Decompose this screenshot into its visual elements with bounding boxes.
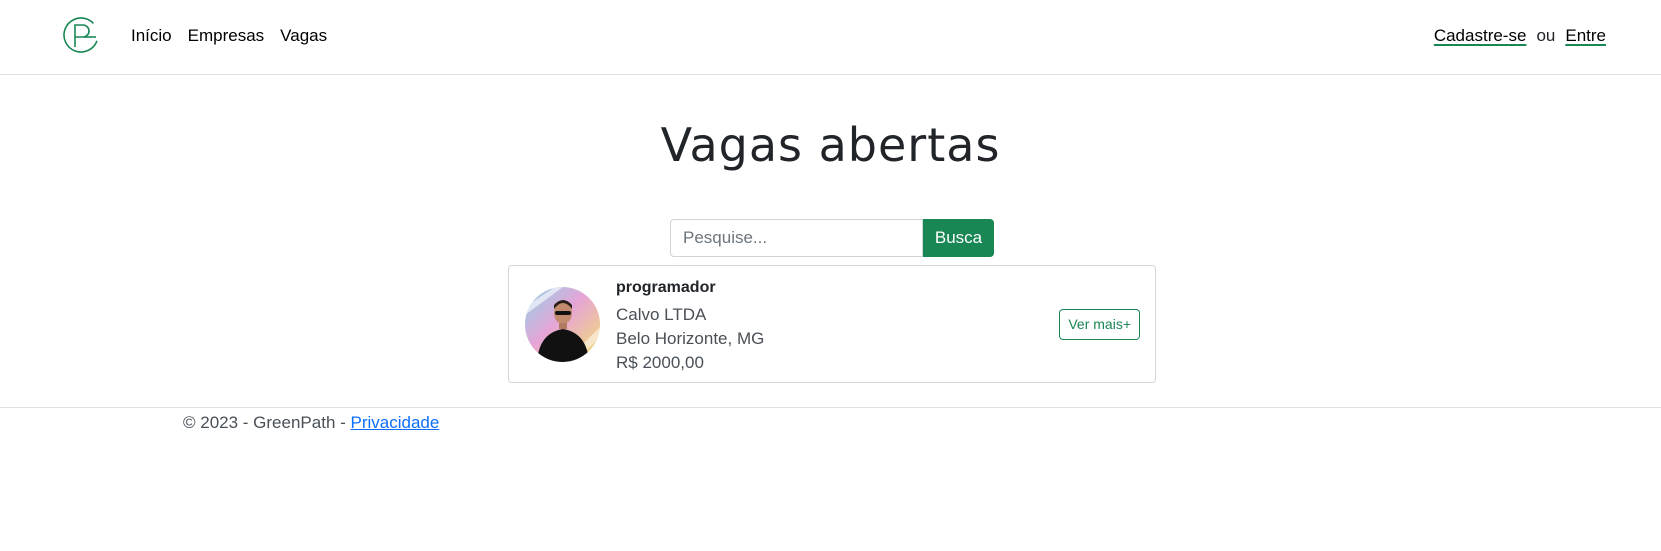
navbar: Início Empresas Vagas Cadastre-se ou Ent… — [0, 0, 1661, 75]
job-location: Belo Horizonte, MG — [616, 329, 765, 348]
login-link[interactable]: Entre — [1565, 26, 1606, 46]
footer-copyright: © 2023 - GreenPath - — [183, 413, 351, 432]
search-input[interactable] — [670, 219, 923, 257]
nav-link-inicio[interactable]: Início — [131, 26, 172, 46]
nav-link-empresas[interactable]: Empresas — [188, 26, 265, 46]
job-card: programador Calvo LTDA Belo Horizonte, M… — [508, 265, 1156, 383]
privacy-link[interactable]: Privacidade — [351, 413, 440, 432]
see-more-button[interactable]: Ver mais+ — [1059, 309, 1140, 340]
page-title: Vagas abertas — [660, 118, 1001, 172]
job-title: programador — [616, 279, 716, 296]
or-text: ou — [1536, 26, 1556, 45]
footer: © 2023 - GreenPath - Privacidade — [0, 407, 1661, 434]
search-button[interactable]: Busca — [923, 219, 994, 257]
job-info: programador Calvo LTDA Belo Horizonte, M… — [616, 278, 764, 375]
nav-links: Início Empresas Vagas — [131, 26, 343, 46]
nav-link-vagas[interactable]: Vagas — [280, 26, 327, 46]
logo-icon[interactable] — [62, 16, 100, 54]
search-bar: Busca — [670, 219, 994, 257]
job-company: Calvo LTDA — [616, 305, 707, 324]
auth-links: Cadastre-se ou Entre — [1434, 26, 1606, 46]
company-avatar — [525, 287, 600, 362]
job-salary: R$ 2000,00 — [616, 353, 704, 372]
signup-link[interactable]: Cadastre-se — [1434, 26, 1527, 46]
